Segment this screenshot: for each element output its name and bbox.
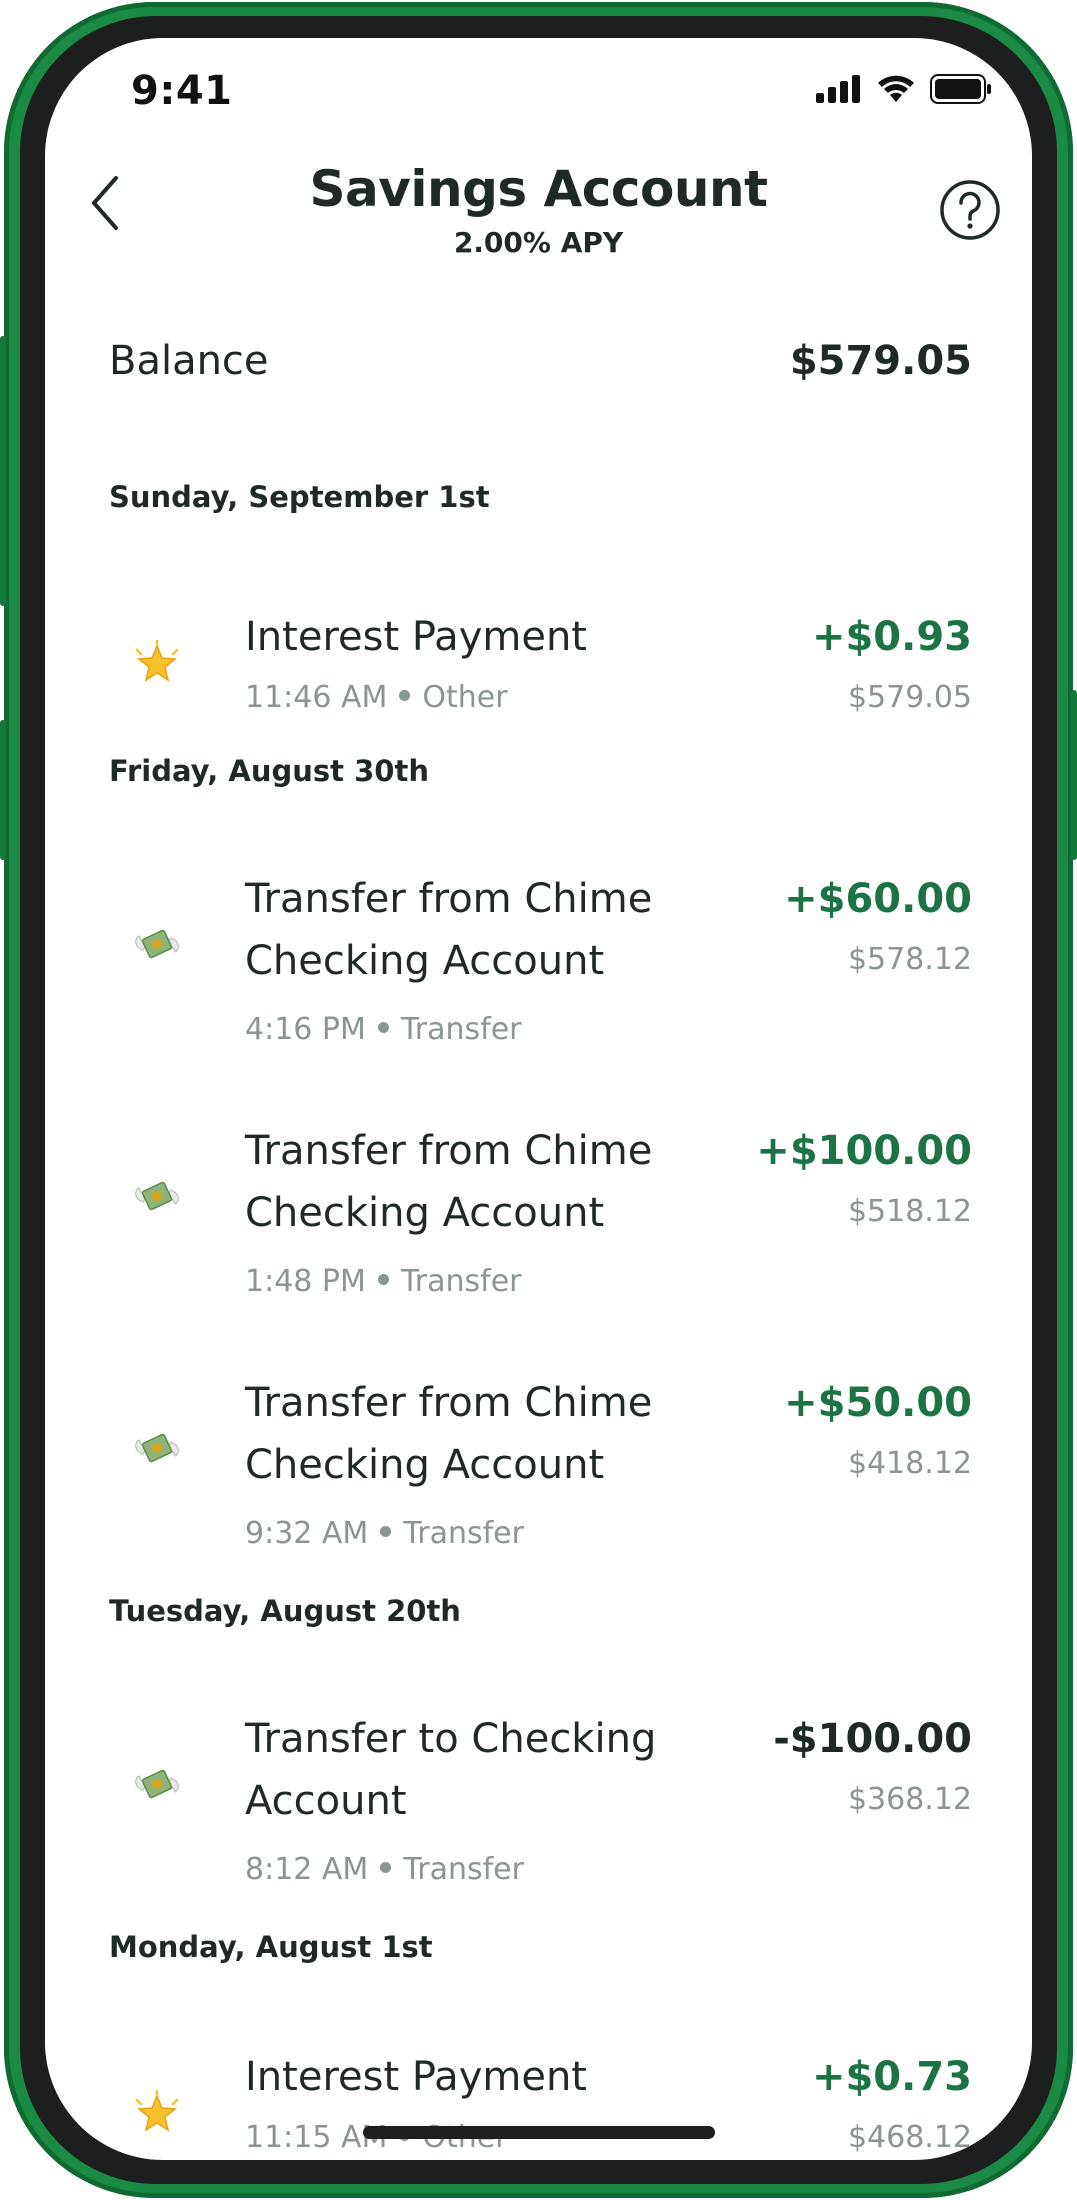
transaction-time: 8:12 AM <box>245 1852 369 1887</box>
separator-dot <box>377 1022 389 1033</box>
transaction-amount: +$100.00 <box>756 1128 972 1174</box>
question-circle-icon <box>940 180 1000 240</box>
separator-dot <box>380 1526 392 1537</box>
transaction-meta: 4:16 PM Transfer <box>245 1012 522 1047</box>
separator-dot <box>377 1274 389 1285</box>
running-balance: $468.12 <box>847 2120 972 2155</box>
date-header: Monday, August 1st <box>109 1930 433 1964</box>
transaction-time: 11:46 AM <box>245 680 388 715</box>
transaction-row[interactable]: Transfer from Chime Checking Account 1:4… <box>45 1102 1032 1322</box>
transaction-category: Transfer <box>400 1264 522 1299</box>
separator-dot <box>399 690 411 701</box>
transaction-title: Interest Payment <box>245 2054 587 2100</box>
balance-label: Balance <box>109 338 269 384</box>
transaction-amount: +$60.00 <box>784 876 972 922</box>
transaction-amount: +$0.93 <box>811 614 972 660</box>
transaction-row[interactable]: Transfer from Chime Checking Account 4:1… <box>45 850 1032 1070</box>
transaction-amount: -$100.00 <box>773 1716 972 1762</box>
transaction-meta: 11:46 AM Other <box>245 680 508 715</box>
date-header: Sunday, September 1st <box>109 480 490 514</box>
money-wings-icon <box>135 929 179 959</box>
help-button[interactable] <box>938 178 1002 242</box>
star-icon <box>135 2090 179 2132</box>
transaction-amount: +$0.73 <box>811 2054 972 2100</box>
transaction-time: 9:32 AM <box>245 1516 369 1551</box>
separator-dot <box>380 1862 392 1873</box>
app-screen: 9:41 Savings Account 2.00% APY Balance $… <box>45 38 1032 2160</box>
money-wings-icon <box>135 1181 179 1211</box>
transaction-meta: 9:32 AM Transfer <box>245 1516 524 1551</box>
transaction-time: 1:48 PM <box>245 1264 366 1299</box>
side-button-right <box>1071 690 1077 860</box>
status-icons <box>816 74 992 104</box>
battery-icon <box>930 74 991 104</box>
transaction-category: Other <box>422 680 508 715</box>
transaction-title: Interest Payment <box>245 614 587 660</box>
side-button-left-1 <box>0 336 6 606</box>
running-balance: $418.12 <box>847 1446 972 1481</box>
transaction-time: 4:16 PM <box>245 1012 366 1047</box>
money-wings-icon <box>135 1769 179 1799</box>
transaction-amount: +$50.00 <box>784 1380 972 1426</box>
transaction-meta: 1:48 PM Transfer <box>245 1264 522 1299</box>
transaction-title: Transfer from Chime Checking Account <box>245 1380 653 1488</box>
transaction-row[interactable]: Transfer from Chime Checking Account 9:3… <box>45 1354 1032 1574</box>
home-indicator[interactable] <box>363 2126 715 2139</box>
balance-value: $579.05 <box>789 338 972 384</box>
date-header: Friday, August 30th <box>109 754 429 788</box>
transaction-meta: 8:12 AM Transfer <box>245 1852 524 1887</box>
money-wings-icon <box>135 1433 179 1463</box>
apy-subtitle: 2.00% APY <box>453 226 624 259</box>
running-balance: $578.12 <box>847 942 972 977</box>
running-balance: $579.05 <box>847 680 972 715</box>
transaction-category: Transfer <box>403 1516 524 1551</box>
transaction-row[interactable]: Transfer to Checking Account 8:12 AM Tran… <box>45 1690 1032 1910</box>
transaction-row[interactable]: Interest Payment 11:15 AMOther +$0.73 $4… <box>45 2028 1032 2160</box>
status-time: 9:41 <box>131 68 233 114</box>
transaction-title: Transfer from Chime Checking Account <box>245 1128 653 1236</box>
running-balance: $368.12 <box>847 1782 972 1817</box>
side-button-left-2 <box>0 720 6 860</box>
transaction-title: Transfer from Chime Checking Account <box>245 876 653 984</box>
transaction-row[interactable]: Interest Payment 11:46 AM Other +$0.93 $5… <box>45 578 1032 718</box>
page-title: Savings Account <box>309 160 768 218</box>
wifi-icon <box>878 75 914 102</box>
date-header: Tuesday, August 20th <box>109 1594 461 1628</box>
transaction-title: Transfer to Checking Account <box>245 1716 657 1824</box>
running-balance: $518.12 <box>847 1194 972 1229</box>
cellular-signal-icon <box>816 75 860 103</box>
transaction-category: Transfer <box>403 1852 524 1887</box>
transaction-category: Transfer <box>400 1012 522 1047</box>
star-icon <box>135 640 179 682</box>
